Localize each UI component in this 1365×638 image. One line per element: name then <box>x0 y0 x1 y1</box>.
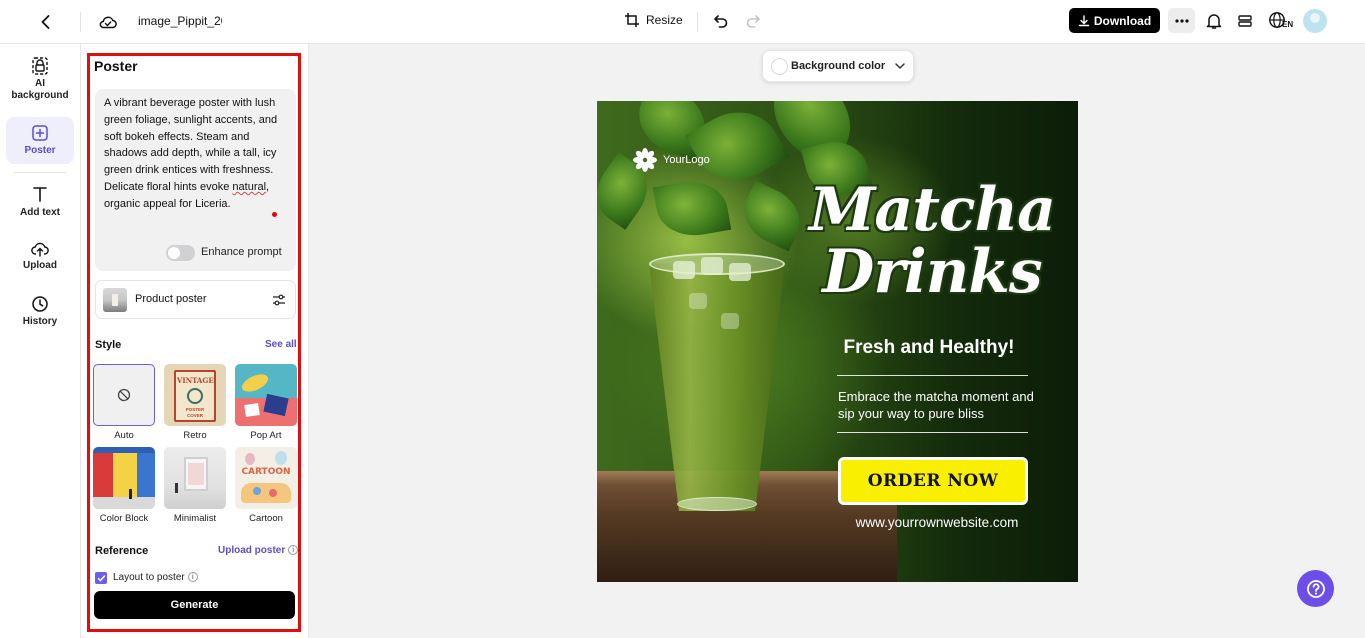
rail-label-upload: Upload <box>23 260 57 271</box>
divider <box>80 12 81 32</box>
rail-item-add-text[interactable]: Add text <box>6 185 74 221</box>
upload-icon <box>31 242 49 257</box>
rail-label-add-text: Add text <box>20 207 60 218</box>
ai-background-icon <box>32 57 48 75</box>
rail-label-ai-background: AI background <box>11 78 69 101</box>
order-now-cta: ORDER NOW <box>838 457 1028 505</box>
divider <box>697 12 698 32</box>
bell-icon <box>1206 14 1222 29</box>
resize-label: Resize <box>646 13 683 27</box>
download-label: Download <box>1093 13 1152 28</box>
language-code: EN <box>1282 20 1294 29</box>
highlight-frame <box>87 53 301 632</box>
poster-headline: Matcha Drinks <box>802 179 1062 303</box>
poster-website: www.yourrownwebsite.com <box>855 515 1019 530</box>
divider <box>14 172 66 173</box>
help-button[interactable] <box>1297 570 1334 607</box>
divider <box>837 375 1028 376</box>
rail-item-ai-background[interactable]: AI background <box>6 56 74 106</box>
background-color-dropdown[interactable]: Background color <box>762 50 914 82</box>
ice-cube <box>689 293 707 309</box>
flower-logo-icon <box>633 148 657 172</box>
text-icon <box>33 187 47 202</box>
avatar[interactable] <box>1303 9 1327 33</box>
redo-button[interactable] <box>743 11 763 31</box>
rail-label-history: History <box>22 316 58 327</box>
glass-base <box>677 497 757 511</box>
cloud-save-button[interactable] <box>97 11 119 33</box>
rail-label-poster: Poster <box>24 145 56 156</box>
poster-tagline: Embrace the matcha moment and sip your w… <box>838 389 1034 421</box>
download-icon <box>1078 14 1090 26</box>
poster-subhead: Fresh and Healthy! <box>843 337 1015 358</box>
back-button[interactable] <box>36 12 56 32</box>
help-icon <box>1306 579 1325 598</box>
ice-cube <box>721 313 739 329</box>
color-swatch <box>771 58 788 75</box>
storage-icon <box>1238 15 1252 27</box>
history-icon <box>32 296 48 312</box>
more-icon <box>1174 18 1189 23</box>
glass-rim <box>649 253 785 275</box>
left-rail: AI background Poster Add text Upload His… <box>0 44 81 638</box>
cloud-check-icon <box>99 16 117 29</box>
headline-line-1: Matcha <box>808 175 1056 245</box>
rail-item-history[interactable]: History <box>6 295 74 331</box>
notifications-button[interactable] <box>1204 11 1224 31</box>
glass-body <box>649 263 785 511</box>
chevron-left-icon <box>41 15 50 29</box>
matcha-glass <box>649 253 785 511</box>
divider <box>837 432 1028 433</box>
download-button[interactable]: Download <box>1069 8 1160 33</box>
file-name[interactable]: image_Pippit_20 <box>138 14 222 28</box>
undo-icon <box>714 15 728 28</box>
leaf-decoration <box>734 180 810 252</box>
language-button[interactable]: EN <box>1268 10 1293 29</box>
poster-canvas[interactable]: YourLogo Matcha Drinks Fresh and Healthy… <box>597 101 1078 582</box>
top-bar: image_Pippit_20 Resize Download EN <box>0 0 1365 44</box>
more-options-button[interactable] <box>1168 8 1195 33</box>
rail-item-poster[interactable]: Poster <box>6 117 74 164</box>
rail-item-upload[interactable]: Upload <box>6 241 74 277</box>
storage-button[interactable] <box>1235 11 1255 31</box>
undo-button[interactable] <box>711 11 731 31</box>
redo-icon <box>746 15 760 28</box>
poster-logo: YourLogo <box>633 148 710 172</box>
poster-icon <box>32 125 48 141</box>
chevron-down-icon <box>895 63 905 70</box>
background-color-label: Background color <box>791 60 886 72</box>
headline-line-2: Drinks <box>822 237 1042 307</box>
resize-icon <box>625 13 639 27</box>
resize-button[interactable]: Resize <box>624 12 683 28</box>
leaf-decoration <box>652 175 732 242</box>
logo-text: YourLogo <box>663 154 710 166</box>
